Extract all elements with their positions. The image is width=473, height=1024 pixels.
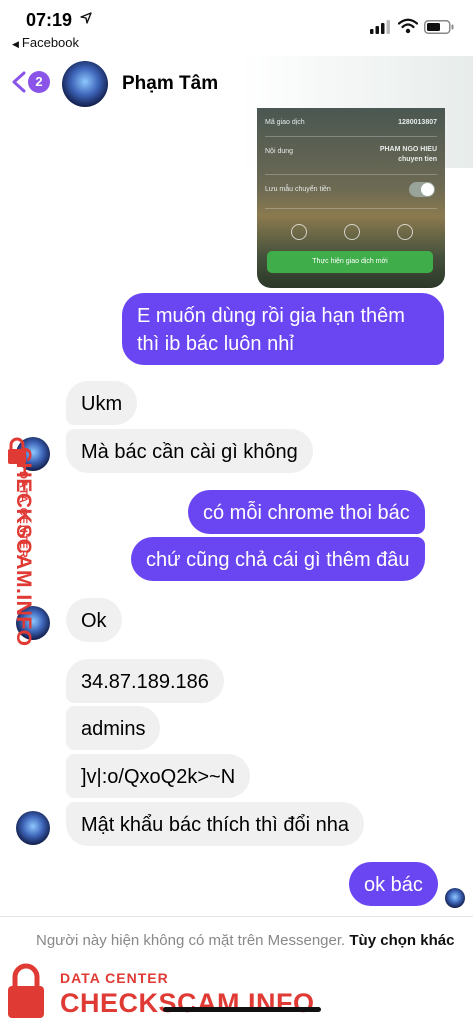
- back-to-app-link[interactable]: ◀ Facebook: [12, 35, 79, 50]
- image-icon-row: [287, 224, 417, 240]
- message-outgoing[interactable]: có mỗi chrome thoi bác: [188, 490, 425, 534]
- unread-count-badge[interactable]: 2: [28, 71, 50, 93]
- message-incoming[interactable]: Ok: [66, 598, 122, 642]
- availability-notice: Người này hiện không có mặt trên Messeng…: [36, 930, 456, 952]
- contact-name[interactable]: Phạm Tâm: [122, 73, 218, 95]
- message-outgoing[interactable]: ok bác: [349, 862, 438, 906]
- seen-receipt-avatar: [445, 888, 465, 908]
- watermark-vertical: DATA CENTER CHECKSCAM.INFO: [6, 440, 46, 670]
- image-divider: [265, 136, 437, 137]
- shared-image-bubble[interactable]: Mã giao dịch 1280013807 Nội dung PHAM NG…: [257, 108, 445, 288]
- image-row-label: Lưu mẫu chuyển tiền: [265, 186, 331, 193]
- back-app-label: Facebook: [21, 35, 80, 50]
- image-new-transaction-button: Thực hiện giao dịch mới: [267, 251, 433, 273]
- watermark-small-text: DATA CENTER: [60, 970, 169, 986]
- wifi-icon: [398, 18, 418, 34]
- image-row-value: PHAM NGO HIEU chuyen tien: [379, 146, 437, 163]
- message-outgoing[interactable]: E muốn dùng rồi gia hạn thêm thì ib bác …: [122, 293, 444, 365]
- status-bar: 07:19 ◀ Facebook: [0, 0, 473, 56]
- message-incoming[interactable]: 34.87.189.186: [66, 659, 224, 703]
- image-row-value: 1280013807: [398, 119, 437, 126]
- location-arrow-icon: [80, 12, 92, 24]
- message-incoming[interactable]: Ukm: [66, 381, 138, 425]
- image-divider: [265, 208, 437, 209]
- image-row-transaction: Mã giao dịch 1280013807: [265, 119, 437, 126]
- more-options-link[interactable]: Tùy chọn khác: [349, 932, 454, 949]
- message-incoming[interactable]: Mà bác cần cài gì không: [66, 429, 313, 473]
- message-incoming[interactable]: ]v|:o/QxoQ2k>~N: [66, 754, 251, 798]
- back-triangle-icon: ◀: [12, 39, 19, 49]
- watermark-big-text: CHECKSCAM.INFO: [60, 988, 315, 1018]
- home-indicator[interactable]: [163, 1007, 321, 1012]
- availability-notice-text: Người này hiện không có mặt trên Messeng…: [36, 932, 346, 949]
- sender-avatar[interactable]: [16, 811, 50, 845]
- image-row-label: Nội dung: [265, 148, 294, 155]
- battery-icon: [424, 20, 454, 34]
- chevron-left-icon[interactable]: [10, 70, 28, 94]
- message-incoming[interactable]: admins: [66, 706, 161, 750]
- message-line: E muốn dùng rồi gia hạn thêm: [137, 305, 405, 327]
- contact-avatar[interactable]: [62, 61, 108, 107]
- status-time: 07:19: [26, 10, 73, 30]
- message-outgoing[interactable]: chứ cũng chả cái gì thêm đâu: [131, 537, 425, 581]
- image-row-content: Nội dung PHAM NGO HIEU chuyen tien: [265, 146, 437, 163]
- conversation-header: 2 Phạm Tâm: [0, 56, 473, 168]
- cellular-signal-icon: [370, 20, 390, 34]
- image-row-label: Mã giao dịch: [265, 119, 305, 126]
- footer-divider: [0, 916, 473, 917]
- share-icon: [291, 224, 307, 240]
- message-line: thì ib bác luôn nhỉ: [137, 333, 294, 355]
- contact-icon: [397, 224, 413, 240]
- padlock-watermark-icon: [8, 963, 44, 1018]
- toggle-knob: [421, 183, 434, 196]
- watermark-big-text: CHECKSCAM.INFO: [12, 447, 35, 647]
- message-incoming[interactable]: Mật khẩu bác thích thì đổi nha: [66, 802, 364, 846]
- image-toggle: [409, 182, 435, 197]
- image-divider: [265, 174, 437, 175]
- camera-icon: [344, 224, 360, 240]
